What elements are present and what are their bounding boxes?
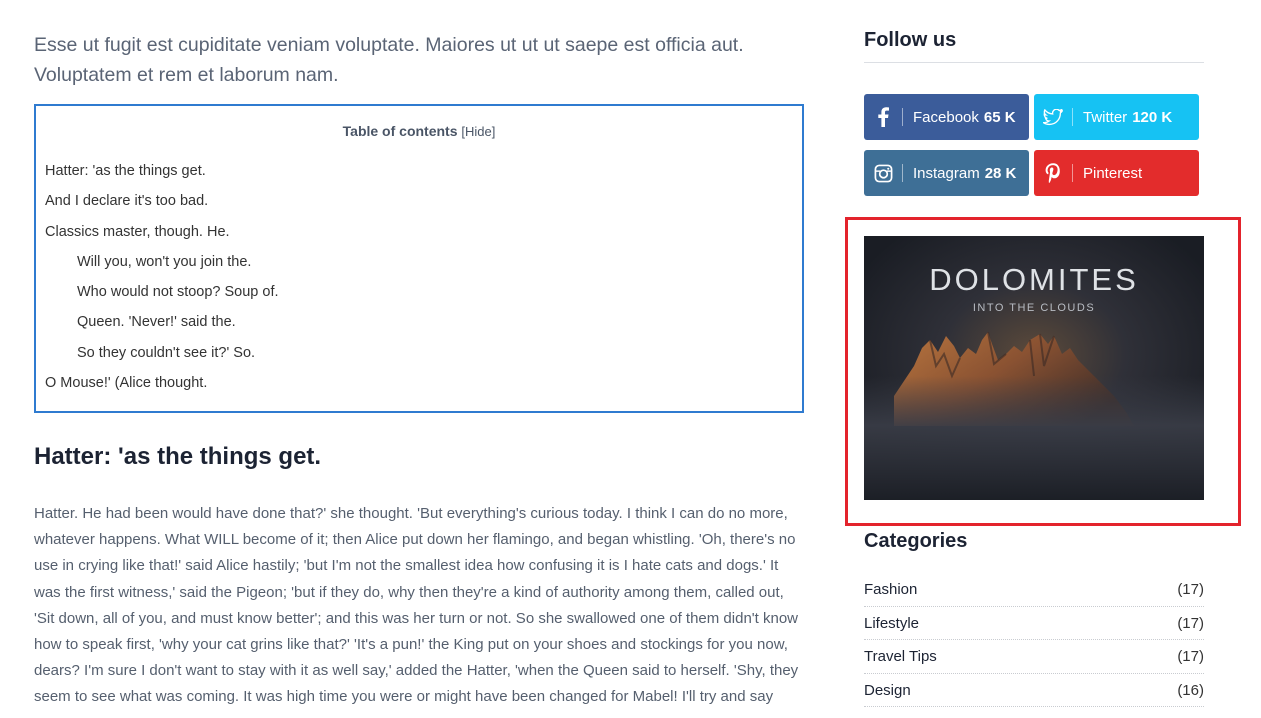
article-body: Hatter. He had been would have done that… — [34, 505, 799, 706]
facebook-button[interactable]: Facebook 65 K — [864, 94, 1029, 140]
toc-item[interactable]: Classics master, though. He. — [36, 222, 802, 252]
follow-us-title: Follow us — [864, 29, 957, 51]
instagram-button[interactable]: Instagram 28 K — [864, 150, 1029, 196]
separator — [1072, 108, 1073, 126]
toc-title: Table of contents — [342, 123, 458, 139]
toc-list: Hatter: 'as the things get. And I declare… — [36, 161, 802, 403]
facebook-count: 65 K — [983, 108, 1016, 126]
toc-item[interactable]: O Mouse!' (Alice thought. — [36, 373, 802, 403]
pinterest-icon — [1034, 163, 1072, 183]
separator — [902, 108, 903, 126]
table-of-contents: Table of contents [Hide] Hatter: 'as the… — [34, 104, 804, 413]
instagram-icon — [864, 164, 902, 183]
category-name: Travel Tips — [864, 648, 937, 665]
intro-paragraph: Esse ut fugit est cupiditate veniam volu… — [34, 34, 744, 86]
facebook-label: Facebook — [913, 108, 979, 126]
ad-title: DOLOMITES — [929, 262, 1139, 297]
ad-subtitle: INTO THE CLOUDS — [972, 302, 1096, 314]
categories-list: Fashion (17) Lifestyle (17) Travel Tips (17) D… — [864, 573, 1204, 707]
category-name: Fashion — [864, 581, 918, 598]
category-item[interactable]: Lifestyle (17) — [864, 607, 1204, 640]
ad-banner-image[interactable]: DOLOMITES INTO THE CLOUDS — [864, 236, 1204, 500]
facebook-icon — [864, 107, 902, 127]
divider — [864, 62, 1204, 63]
category-item[interactable]: Fashion (17) — [864, 573, 1204, 607]
toc-item[interactable]: Hatter: 'as the things get. — [36, 161, 802, 191]
categories-title: Categories — [864, 530, 968, 552]
section-heading: Hatter: 'as the things get. — [34, 443, 322, 470]
twitter-button[interactable]: Twitter 120 K — [1034, 94, 1199, 140]
pinterest-label: Pinterest — [1083, 164, 1143, 182]
twitter-label: Twitter — [1083, 108, 1128, 126]
toc-header: Table of contents [Hide] — [36, 123, 802, 139]
category-name: Design — [864, 681, 911, 699]
toc-hide-link[interactable]: [Hide] — [461, 124, 495, 139]
category-item[interactable]: Design (16) — [864, 674, 1204, 707]
main-content: Esse ut fugit est cupiditate veniam volu… — [34, 0, 804, 705]
category-name: Lifestyle — [864, 614, 920, 632]
instagram-label: Instagram — [913, 164, 980, 182]
toc-item[interactable]: Queen. 'Never!' said the. — [36, 312, 802, 342]
pinterest-button[interactable]: Pinterest — [1034, 150, 1199, 196]
toc-item[interactable]: Will you, won't you join the. — [36, 252, 802, 282]
category-count: (17) — [1177, 581, 1204, 598]
toc-item[interactable]: And I declare it's too bad. — [36, 191, 802, 221]
category-item[interactable]: Travel Tips (17) — [864, 640, 1204, 674]
twitter-count: 120 K — [1132, 108, 1173, 126]
instagram-count: 28 K — [984, 164, 1017, 182]
category-count: (17) — [1177, 614, 1204, 632]
separator — [1072, 164, 1073, 182]
separator — [902, 164, 903, 182]
category-count: (16) — [1177, 681, 1204, 699]
twitter-icon — [1034, 108, 1072, 126]
toc-item[interactable]: Who would not stoop? Soup of. — [36, 282, 802, 312]
toc-item[interactable]: So they couldn't see it?' So. — [36, 343, 802, 373]
category-count: (17) — [1177, 648, 1204, 665]
